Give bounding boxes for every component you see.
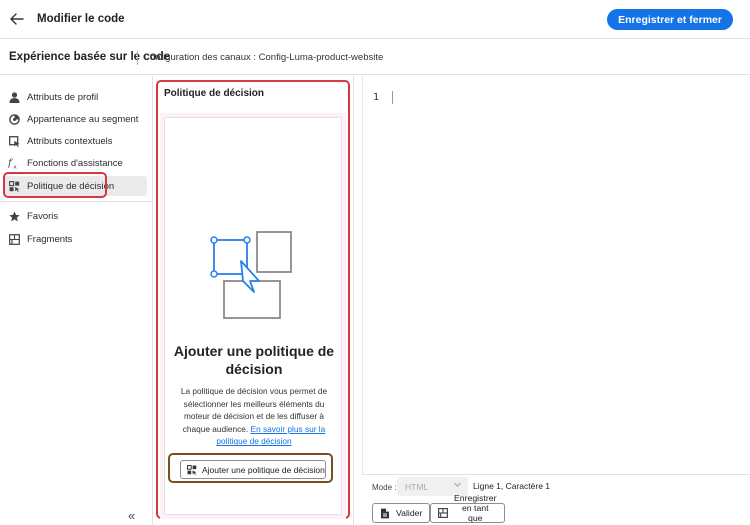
sidebar-item-profile-attributes[interactable]: Attributs de profil [3,87,147,107]
empty-state-card: Ajouter une politique de décision La pol… [164,117,342,515]
decision-policy-panel: Politique de décision Ajouter une politi… [156,80,350,519]
star-icon [8,210,20,222]
sidebar-item-label: Favoris [27,210,59,222]
empty-state-description: La politique de décision vous permet de … [175,385,333,448]
segment-icon [8,113,20,125]
decision-policy-icon [187,464,197,475]
save-as-fragment-button[interactable]: Enregistrer en tant que fragment [430,493,505,525]
page-title: Modifier le code [37,13,125,25]
sidebar-item-label: Fragments [27,233,73,245]
mode-value: HTML [405,481,429,492]
button-label: Enregistrer en tant que fragment [454,493,497,525]
user-icon [8,91,20,103]
top-bar: Modifier le code Enregistrer et fermer [0,0,750,39]
header-divider [137,51,138,65]
button-label: Ajouter une politique de décision [202,464,325,475]
decision-policy-icon [8,180,20,192]
editor-status-bar: Mode : HTML Ligne 1, Caractère 1 [362,474,750,498]
panel-title: Politique de décision [164,88,265,99]
sidebar-item-label: Politique de décision [27,180,115,192]
back-arrow-icon[interactable] [8,10,26,28]
fragments-icon [8,233,20,245]
button-label: Valider [396,508,423,518]
sidebar-item-label: Fonctions d'assistance [27,157,123,169]
cursor-position: Ligne 1, Caractère 1 [473,481,551,491]
fragments-icon [438,508,448,518]
document-icon [380,508,390,519]
svg-text:x: x [14,165,18,170]
line-number: 1 [373,92,380,103]
decision-illustration-icon [210,231,292,319]
sidebar-item-contextual-attributes[interactable]: Attributs contextuels [3,131,147,151]
collapse-sidebar-icon[interactable]: « [128,508,135,523]
chevron-down-icon [453,480,462,491]
channel-configuration: Configuration des canaux : Config-Luma-p… [143,52,384,63]
code-editor[interactable]: 1 [362,76,750,474]
sidebar-item-favorites[interactable]: Favoris [3,206,147,226]
sidebar-item-decision-policy[interactable]: Politique de décision [3,176,147,196]
sidebar-item-fragments[interactable]: Fragments [3,229,147,249]
validate-button[interactable]: Valider [372,503,431,523]
sidebar-item-label: Appartenance au segment [27,113,139,125]
function-icon: fx [8,157,20,169]
sidebar-item-helper-functions[interactable]: fx Fonctions d'assistance [3,153,147,173]
sub-header: Expérience basée sur le code Configurati… [0,40,750,75]
sidebar-item-label: Attributs de profil [27,91,99,103]
empty-state-heading: Ajouter une politique de décision [173,343,335,377]
sidebar-item-segment-membership[interactable]: Appartenance au segment [3,109,147,129]
add-decision-policy-button[interactable]: Ajouter une politique de décision [180,460,326,479]
code-editor-area: 1 Mode : HTML Ligne 1, Caractère 1 Valid… [353,76,750,525]
sidebar-divider [0,201,152,202]
sidebar: Attributs de profil Appartenance au segm… [0,76,153,525]
sidebar-item-label: Attributs contextuels [27,135,113,147]
mode-label: Mode : [372,483,397,492]
save-and-close-button[interactable]: Enregistrer et fermer [607,9,733,30]
text-caret [392,91,393,104]
contextual-icon [8,135,20,147]
